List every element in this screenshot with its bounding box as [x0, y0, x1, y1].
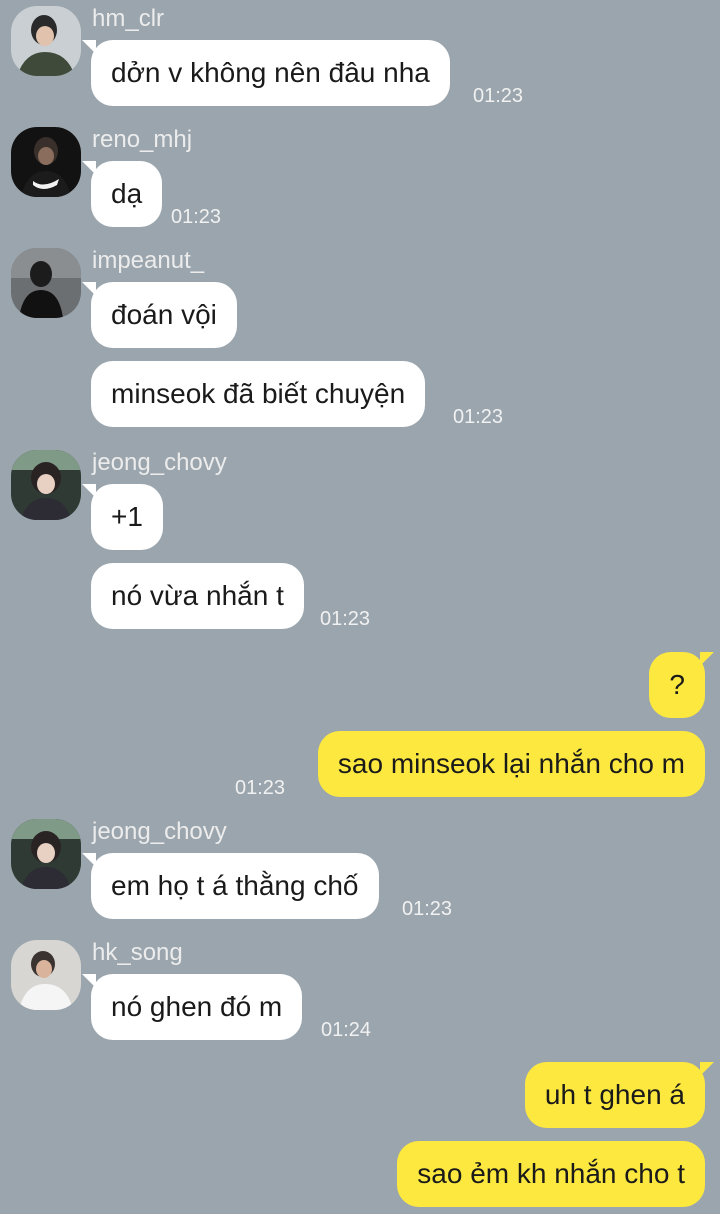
avatar-photo-icon	[11, 6, 81, 76]
timestamp: 01:24	[321, 1019, 372, 1041]
avatar-photo-icon	[11, 450, 81, 520]
timestamp: 01:23	[235, 777, 286, 799]
message-bubble-own[interactable]: uh t ghen á	[524, 1062, 715, 1128]
avatar-photo-icon	[11, 819, 81, 889]
username[interactable]: impeanut_	[92, 246, 204, 276]
username[interactable]: hm_clr	[92, 4, 164, 34]
avatar-jeong-chovy[interactable]	[11, 819, 81, 889]
avatar-impeanut[interactable]	[11, 248, 81, 318]
message-bubble[interactable]: dởn v không nên đâu nha	[82, 40, 450, 106]
message-bubble[interactable]: đoán vội	[82, 282, 237, 348]
avatar-photo-icon	[11, 127, 81, 197]
username[interactable]: reno_mhj	[92, 125, 192, 155]
message-bubble-own[interactable]: sao minseok lại nhắn cho m	[317, 731, 705, 797]
timestamp: 01:23	[320, 608, 371, 630]
timestamp: 01:23	[402, 898, 453, 920]
avatar-photo-icon	[11, 248, 81, 318]
avatar-photo-icon	[11, 940, 81, 1010]
message-bubble[interactable]: +1	[82, 484, 163, 550]
username[interactable]: hk_song	[92, 938, 183, 968]
message-bubble-own[interactable]: ?	[649, 652, 714, 718]
message-bubble[interactable]: nó vừa nhắn t	[91, 563, 304, 629]
avatar-hk-song[interactable]	[11, 940, 81, 1010]
timestamp: 01:23	[171, 206, 222, 228]
timestamp: 01:23	[453, 406, 504, 428]
avatar-hm-clr[interactable]	[11, 6, 81, 76]
avatar-jeong-chovy[interactable]	[11, 450, 81, 520]
username[interactable]: jeong_chovy	[92, 448, 227, 478]
username[interactable]: jeong_chovy	[92, 817, 227, 847]
message-bubble-own[interactable]: sao ẻm kh nhắn cho t	[397, 1141, 705, 1207]
message-bubble[interactable]: minseok đã biết chuyện	[91, 361, 426, 427]
message-bubble[interactable]: dạ	[81, 161, 163, 227]
message-bubble[interactable]: nó ghen đó m	[81, 974, 303, 1040]
timestamp: 01:23	[473, 85, 524, 107]
avatar-reno-mhj[interactable]	[11, 127, 81, 197]
message-bubble[interactable]: em họ t á thằng chố	[82, 853, 379, 919]
